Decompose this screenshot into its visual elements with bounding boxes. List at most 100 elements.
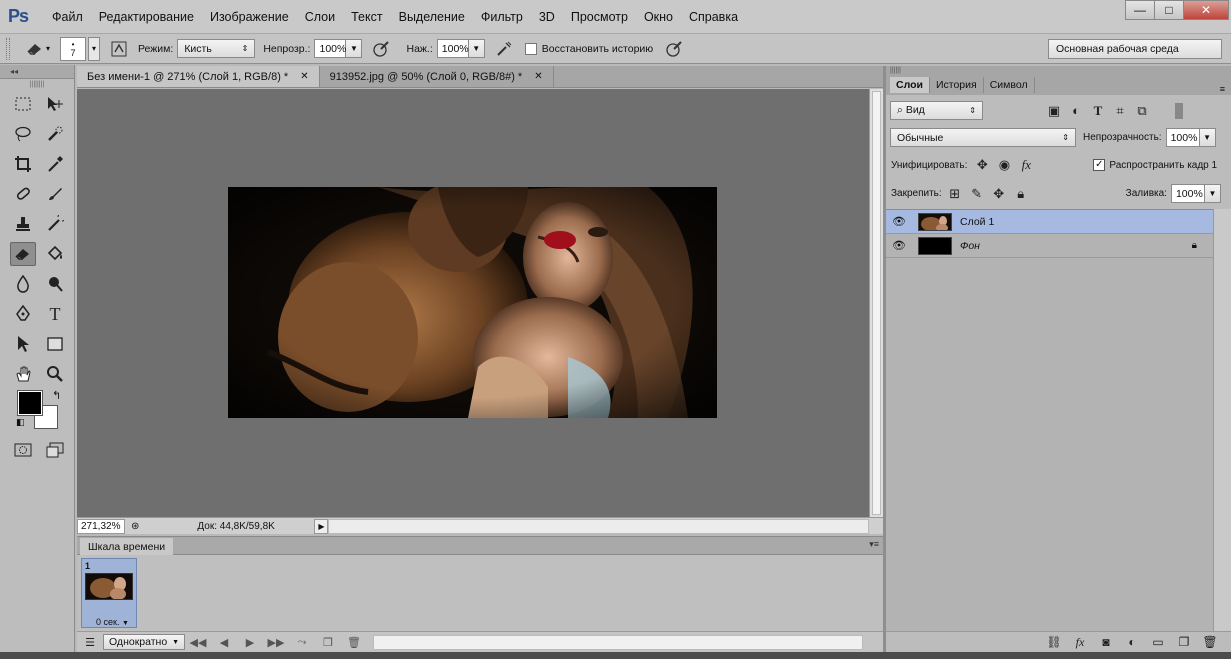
- menu-type[interactable]: Текст: [343, 10, 390, 24]
- options-grip[interactable]: [6, 37, 10, 60]
- tab-character[interactable]: Символ: [984, 77, 1035, 93]
- maximize-button[interactable]: □: [1154, 0, 1184, 20]
- path-selection-tool-icon[interactable]: [10, 332, 36, 356]
- tab-history[interactable]: История: [930, 77, 984, 93]
- tab-document-1[interactable]: Без имени-1 @ 271% (Слой 1, RGB/8) * ✕: [77, 66, 320, 87]
- layer-row-background[interactable]: 👁︎ Фон 🔒︎: [886, 234, 1213, 258]
- tools-collapse-icon[interactable]: ◂◂: [0, 65, 74, 79]
- brush-tool-icon[interactable]: [42, 182, 68, 206]
- eyedropper-tool-icon[interactable]: [42, 152, 68, 176]
- layer-name[interactable]: Фон: [960, 240, 980, 252]
- swap-colors-icon[interactable]: ↰: [52, 389, 61, 402]
- eraser-preset-icon[interactable]: [24, 38, 46, 60]
- eraser-tool-icon[interactable]: [10, 242, 36, 266]
- healing-brush-tool-icon[interactable]: [10, 182, 36, 206]
- quick-selection-tool-icon[interactable]: [42, 122, 68, 146]
- visibility-eye-icon[interactable]: 👁︎: [886, 215, 912, 228]
- menu-layers[interactable]: Слои: [297, 10, 343, 24]
- restore-history-checkbox[interactable]: [524, 42, 537, 55]
- history-brush-tool-icon[interactable]: [42, 212, 68, 236]
- brush-dropdown-icon[interactable]: ▾: [88, 36, 101, 61]
- unify-visibility-icon[interactable]: ◉: [993, 157, 1015, 173]
- tab-document-2[interactable]: 913952.jpg @ 50% (Слой 0, RGB/8#) * ✕: [320, 66, 554, 87]
- screen-mode-icon[interactable]: [42, 438, 68, 462]
- filter-smart-object-icon[interactable]: ⧉: [1131, 103, 1153, 119]
- menu-help[interactable]: Справка: [681, 10, 746, 24]
- airbrush-icon[interactable]: [493, 38, 515, 60]
- brush-size-preview[interactable]: • 7: [60, 36, 87, 61]
- menu-file[interactable]: Файл: [44, 10, 91, 24]
- adjustment-layer-icon[interactable]: ◐: [1119, 635, 1145, 649]
- pressure-opacity-icon[interactable]: [370, 38, 392, 60]
- fill-dropdown-icon[interactable]: ▼: [1204, 184, 1221, 203]
- new-layer-icon[interactable]: ❐: [1171, 635, 1197, 649]
- loop-select[interactable]: Однократно ▼: [103, 634, 185, 650]
- paint-bucket-tool-icon[interactable]: [42, 242, 68, 266]
- quick-mask-icon[interactable]: [10, 438, 36, 462]
- link-layers-icon[interactable]: ⛓︎: [1041, 635, 1067, 649]
- document-image[interactable]: [228, 187, 717, 418]
- dodge-tool-icon[interactable]: [42, 272, 68, 296]
- type-tool-icon[interactable]: T: [42, 302, 68, 326]
- blur-tool-icon[interactable]: [10, 272, 36, 296]
- unify-style-icon[interactable]: fx: [1015, 157, 1037, 173]
- brush-panel-icon[interactable]: [108, 38, 130, 60]
- canvas-horizontal-scrollbar[interactable]: [328, 518, 869, 534]
- first-frame-icon[interactable]: ◀◀: [185, 636, 211, 649]
- fill-input[interactable]: 100%: [1170, 184, 1205, 203]
- tab-layers[interactable]: Слои: [890, 77, 930, 93]
- layer-filter-select[interactable]: ⌕ Вид ⇕: [890, 101, 983, 120]
- menu-window[interactable]: Окно: [636, 10, 681, 24]
- visibility-eye-icon[interactable]: 👁︎: [886, 239, 912, 252]
- play-icon[interactable]: ▶: [237, 636, 263, 649]
- hand-tool-icon[interactable]: [10, 362, 36, 386]
- zoom-input[interactable]: 271,32%: [77, 518, 125, 534]
- menu-edit[interactable]: Редактирование: [91, 10, 202, 24]
- pressure-size-icon[interactable]: [663, 38, 685, 60]
- delete-layer-icon[interactable]: 🗑: [1197, 635, 1223, 649]
- tween-icon[interactable]: ⤳: [289, 636, 315, 649]
- clone-stamp-tool-icon[interactable]: [10, 212, 36, 236]
- lasso-tool-icon[interactable]: [10, 122, 36, 146]
- filter-adjustment-icon[interactable]: ◐: [1065, 103, 1087, 118]
- menu-select[interactable]: Выделение: [391, 10, 473, 24]
- filter-shape-icon[interactable]: ⌗: [1109, 103, 1131, 119]
- lock-transparent-icon[interactable]: ⊞: [944, 186, 966, 202]
- preset-dropdown-icon[interactable]: ▾: [46, 44, 50, 53]
- layers-scrollbar[interactable]: [1213, 209, 1231, 631]
- menu-3d[interactable]: 3D: [531, 10, 563, 24]
- tools-grip[interactable]: ||||||||: [0, 79, 74, 91]
- close-tab-icon[interactable]: ✕: [300, 71, 308, 82]
- share-icon[interactable]: ⊛: [131, 521, 139, 532]
- filter-pixel-icon[interactable]: ▣: [1043, 103, 1065, 119]
- minimize-button[interactable]: —: [1125, 0, 1155, 20]
- mode-select[interactable]: Кисть ⇕: [177, 39, 256, 58]
- close-tab-icon[interactable]: ✕: [534, 71, 542, 82]
- rectangle-tool-icon[interactable]: [42, 332, 68, 356]
- add-mask-icon[interactable]: ◙: [1093, 635, 1119, 649]
- new-group-icon[interactable]: ▭: [1145, 635, 1171, 649]
- frame-delay[interactable]: 0 сек. ▼: [96, 617, 129, 627]
- status-menu-arrow-icon[interactable]: ▶: [314, 518, 329, 534]
- marquee-tool-icon[interactable]: [10, 92, 36, 116]
- panel-menu-icon[interactable]: ≡: [1220, 84, 1225, 94]
- scroll-thumb[interactable]: [872, 91, 881, 515]
- menu-filter[interactable]: Фильтр: [473, 10, 531, 24]
- lock-pixels-icon[interactable]: ✎: [966, 186, 988, 202]
- tab-timeline[interactable]: Шкала времени: [80, 538, 174, 555]
- menu-view[interactable]: Просмотр: [563, 10, 636, 24]
- animation-frame[interactable]: 1 0 сек. ▼: [81, 558, 137, 628]
- lock-position-icon[interactable]: ✥: [988, 186, 1010, 202]
- menu-image[interactable]: Изображение: [202, 10, 297, 24]
- crop-tool-icon[interactable]: [10, 152, 36, 176]
- filter-toggle[interactable]: [1175, 102, 1183, 119]
- previous-frame-icon[interactable]: ◀: [211, 636, 237, 649]
- pen-tool-icon[interactable]: [10, 302, 36, 326]
- duplicate-frame-icon[interactable]: ❐: [315, 636, 341, 649]
- workspace-switcher[interactable]: Основная рабочая среда: [1048, 39, 1222, 59]
- default-colors-icon[interactable]: ◧: [16, 417, 25, 428]
- flow-dropdown-icon[interactable]: ▼: [468, 39, 485, 58]
- lock-all-icon[interactable]: 🔒︎: [1010, 186, 1032, 202]
- flow-input[interactable]: 100%: [436, 39, 469, 58]
- filter-type-icon[interactable]: T: [1087, 103, 1109, 119]
